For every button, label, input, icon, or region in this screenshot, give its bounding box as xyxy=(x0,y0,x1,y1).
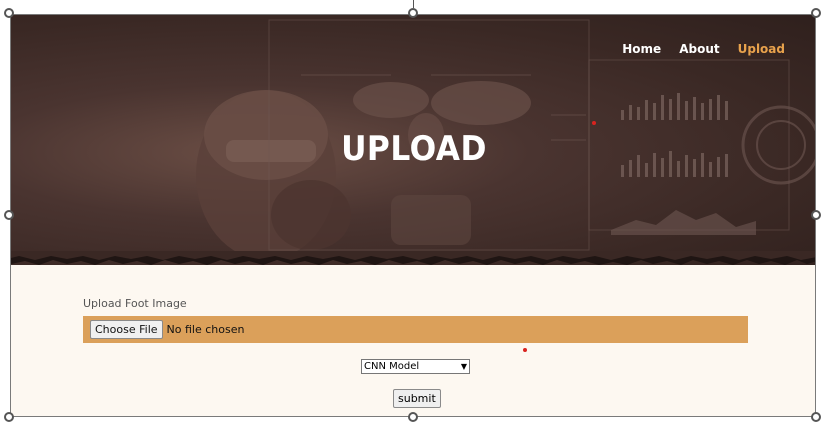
resize-handle-middle-left[interactable] xyxy=(4,210,14,220)
rotation-handle-stem xyxy=(413,0,414,8)
resize-handle-middle-right[interactable] xyxy=(811,210,821,220)
upload-field-label: Upload Foot Image xyxy=(83,297,187,310)
nav-upload-link[interactable]: Upload xyxy=(738,42,785,56)
choose-file-button[interactable]: Choose File xyxy=(90,320,163,339)
page-frame: Home About Upload UPLOAD Upload Foot Ima… xyxy=(10,14,816,417)
nav-home-link[interactable]: Home xyxy=(622,42,661,56)
resize-handle-top-right[interactable] xyxy=(811,8,821,18)
resize-handle-top-left[interactable] xyxy=(4,8,14,18)
model-select[interactable]: CNN Model ▼ xyxy=(361,359,470,374)
page-title: UPLOAD xyxy=(341,129,487,169)
main-nav: Home About Upload xyxy=(622,42,785,56)
model-select-value: CNN Model xyxy=(364,361,420,372)
nav-about-link[interactable]: About xyxy=(679,42,719,56)
marker-dot xyxy=(523,348,527,352)
submit-button[interactable]: submit xyxy=(393,389,441,408)
hero-banner: Home About Upload UPLOAD xyxy=(11,15,815,265)
resize-handle-bottom-right[interactable] xyxy=(811,412,821,422)
resize-handle-bottom-center[interactable] xyxy=(408,412,418,422)
chevron-down-icon: ▼ xyxy=(460,362,467,371)
resize-handle-bottom-left[interactable] xyxy=(4,412,14,422)
resize-handle-top-center[interactable] xyxy=(408,8,418,18)
file-input-bar[interactable]: Choose File No file chosen xyxy=(83,316,748,343)
file-status-text: No file chosen xyxy=(166,323,245,336)
marker-dot xyxy=(592,121,596,125)
torn-paper-edge xyxy=(11,251,815,265)
